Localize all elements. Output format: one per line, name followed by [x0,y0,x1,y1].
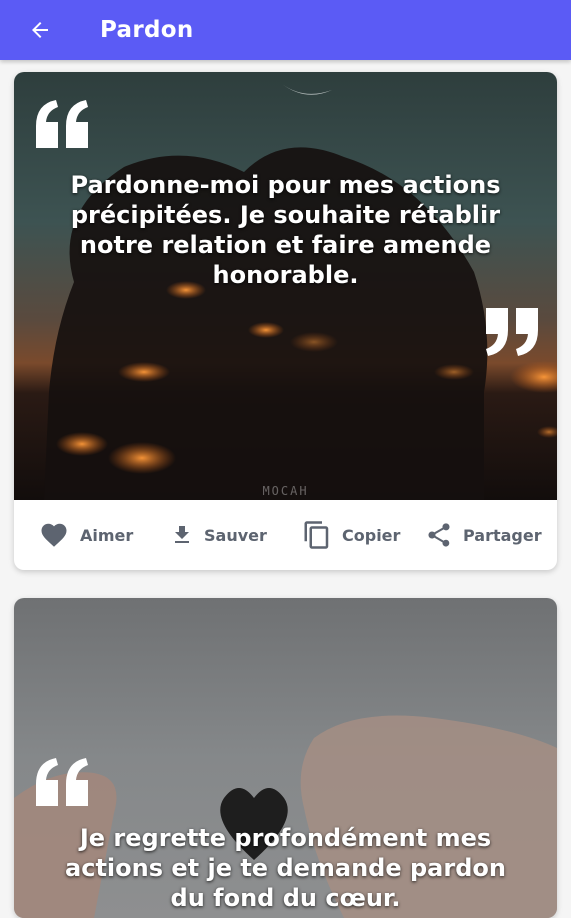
back-arrow-icon[interactable] [26,16,54,44]
open-quote-icon [36,100,88,148]
share-icon [428,523,450,547]
quote-text: Pardonne-moi pour mes actions précipitée… [70,171,501,289]
page-title: Pardon [100,17,194,43]
app-bar: Pardon [0,0,571,60]
share-label: Partager [463,525,542,545]
save-button[interactable]: Sauver [170,500,267,570]
copy-icon [304,521,329,549]
save-label: Sauver [204,525,267,545]
like-button[interactable]: Aimer [38,500,133,570]
share-button[interactable]: Partager [425,500,542,570]
quote-image: Pardonne-moi pour mes actions précipitée… [14,72,557,500]
open-quote-icon [36,758,88,806]
card-actions: Aimer Sauver Copier Partager [14,500,557,570]
quote-card: Pardonne-moi pour mes actions précipitée… [14,72,557,570]
heart-icon [41,523,67,547]
copy-label: Copier [342,525,401,545]
close-quote-icon [486,308,538,356]
watermark: MOCAH [262,484,309,498]
quote-image: Je regrette profondément mes actions et … [14,598,557,918]
like-label: Aimer [80,525,134,545]
download-icon [175,526,189,543]
quote-card: Je regrette profondément mes actions et … [14,598,557,918]
copy-button[interactable]: Copier [302,500,400,570]
